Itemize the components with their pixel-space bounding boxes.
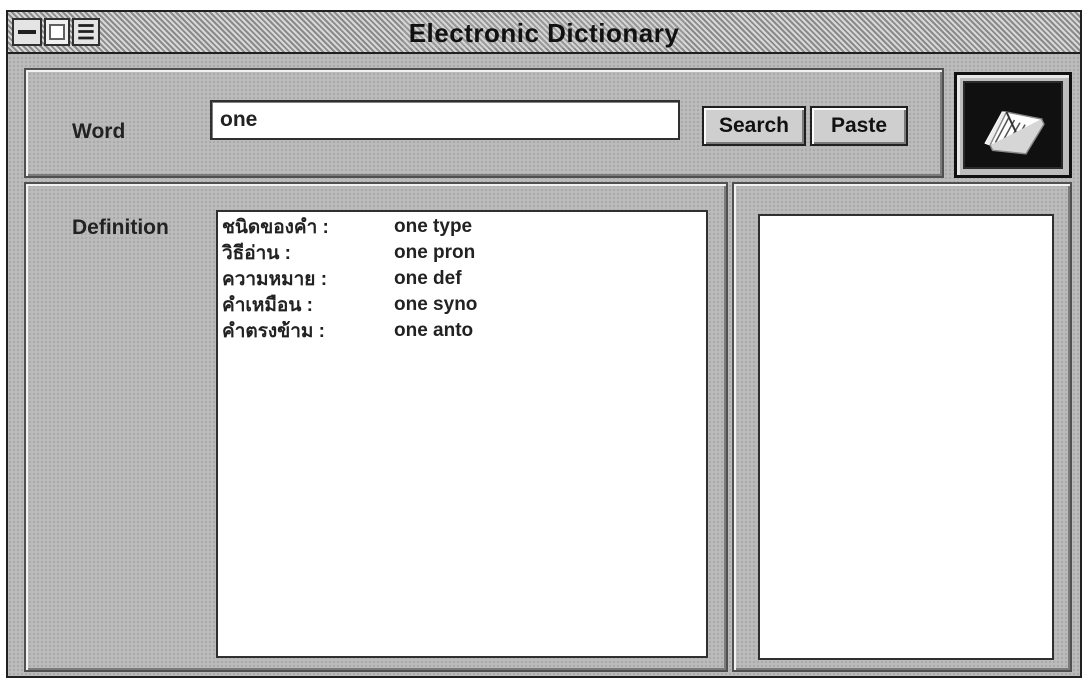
definition-value: one anto [394,320,474,341]
definition-label: Definition [72,216,169,239]
definition-row: ความหมาย : one def [222,266,702,292]
definition-value: one def [394,268,462,289]
definition-value: one type [394,216,473,237]
definition-value: one pron [394,242,476,263]
word-panel: Word Search Paste [24,68,944,178]
word-input[interactable] [210,100,680,140]
dictionary-window: ☰ Electronic Dictionary Word Search Past… [6,10,1082,678]
book-button[interactable] [954,72,1072,178]
definition-panel: Definition ชนิดของคำ : one type วิธีอ่าน… [24,182,728,672]
title-bar[interactable]: ☰ Electronic Dictionary [8,12,1080,54]
search-button[interactable]: Search [702,106,806,146]
definition-row: คำเหมือน : one syno [222,292,702,318]
definition-key: คำตรงข้าม : [222,321,325,342]
definition-box[interactable]: ชนิดของคำ : one type วิธีอ่าน : one pron… [216,210,708,658]
side-display-box[interactable] [758,214,1054,660]
definition-row: ชนิดของคำ : one type [222,214,702,240]
definition-value: one syno [394,294,478,315]
paste-button[interactable]: Paste [810,106,908,146]
definition-row: คำตรงข้าม : one anto [222,318,702,344]
window-title: Electronic Dictionary [402,18,686,48]
word-label: Word [72,120,126,143]
definition-row: วิธีอ่าน : one pron [222,240,702,266]
open-book-icon [965,83,1061,167]
side-panel [732,182,1072,672]
